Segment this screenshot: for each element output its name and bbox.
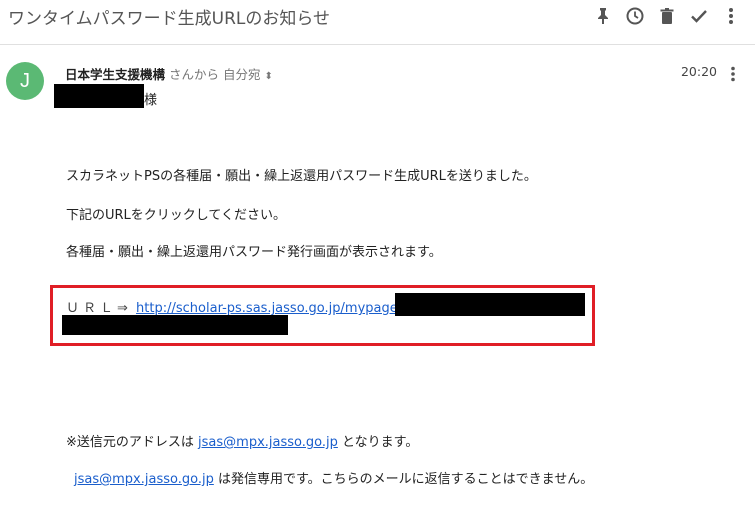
more-options-button[interactable]	[715, 5, 747, 27]
message-more-button[interactable]	[723, 64, 743, 84]
redacted-recipient-name	[54, 84, 144, 108]
trash-icon	[660, 8, 674, 24]
chevron-down-icon[interactable]: ⬍	[265, 71, 273, 82]
redacted-url-part-1	[395, 293, 585, 316]
body-line-1: スカラネットPSの各種届・願出・繰上返還用パスワード生成URLを送りました。	[66, 169, 537, 184]
more-vert-icon	[729, 8, 733, 24]
footer-text: は発信専用です。こちらのメールに返信することはできません。	[217, 472, 594, 487]
sender-name[interactable]: 日本学生支援機構	[65, 67, 165, 82]
mark-done-button[interactable]	[683, 5, 715, 27]
pin-icon	[598, 8, 608, 24]
salutation: 様	[144, 93, 158, 108]
no-reply-note: jsas@mpx.jasso.go.jp は発信専用です。こちらのメールに返信す…	[74, 468, 593, 487]
redacted-url-part-2	[62, 315, 288, 335]
body-line-3: 各種届・願出・繰上返還用パスワード発行画面が表示されます。	[66, 245, 442, 260]
recipient-meta: さんから 自分宛	[169, 67, 261, 82]
body-line-2: 下記のURLをクリックしてください。	[66, 208, 287, 223]
note-prefix: ※送信元のアドレスは	[66, 435, 194, 450]
message-toolbar	[587, 5, 747, 27]
more-vert-icon	[731, 66, 735, 82]
password-url-link[interactable]: http://scholar-ps.sas.jasso.go.jp/mypage…	[136, 301, 402, 316]
message-time: 20:20	[680, 64, 717, 79]
url-line: ＵＲＬ⇒ http://scholar-ps.sas.jasso.go.jp/m…	[66, 297, 402, 316]
sender-avatar[interactable]: J	[6, 62, 44, 100]
snooze-button[interactable]	[619, 5, 651, 27]
delete-button[interactable]	[651, 5, 683, 27]
pin-button[interactable]	[587, 5, 619, 27]
check-icon	[691, 10, 707, 23]
footer-email-link[interactable]: jsas@mpx.jasso.go.jp	[74, 472, 214, 487]
sender-info: 日本学生支援機構 さんから 自分宛 ⬍	[65, 64, 273, 83]
sender-email-link[interactable]: jsas@mpx.jasso.go.jp	[198, 435, 338, 450]
sender-address-note: ※送信元のアドレスは jsas@mpx.jasso.go.jp となります。	[66, 431, 418, 450]
header-divider	[0, 44, 755, 45]
url-label: ＵＲＬ⇒	[66, 301, 132, 316]
email-subject: ワンタイムパスワード生成URLのお知らせ	[8, 9, 331, 29]
note-suffix: となります。	[342, 435, 419, 450]
clock-icon	[626, 7, 644, 25]
